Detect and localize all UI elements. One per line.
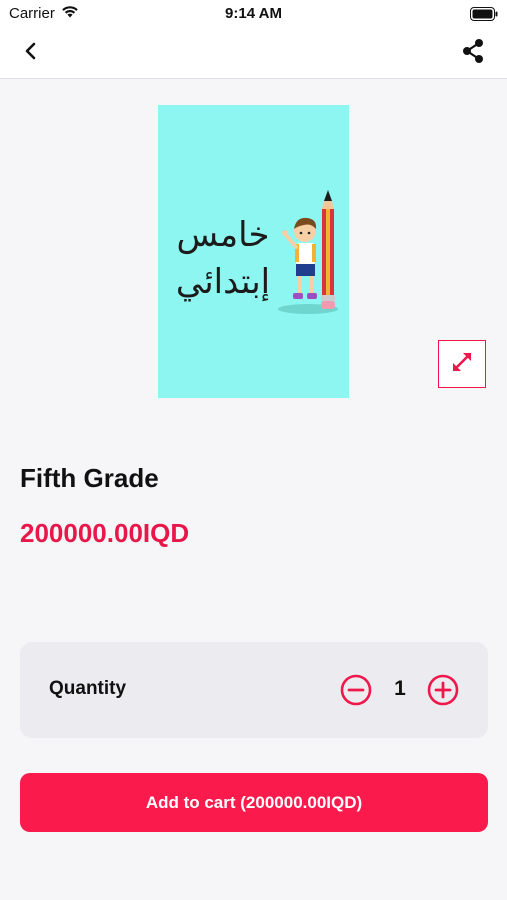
expand-arrows-icon [450, 350, 474, 379]
share-icon [461, 38, 485, 69]
boy-with-pencil-illustration [274, 187, 346, 317]
nav-bar [0, 28, 507, 79]
increase-quantity-button[interactable] [427, 674, 459, 706]
quantity-label: Quantity [49, 678, 127, 699]
decrease-quantity-button[interactable] [340, 674, 372, 706]
status-bar: Carrier 9:14 AM [0, 0, 507, 28]
back-button[interactable] [18, 40, 44, 66]
quantity-card: Quantity 1 [20, 642, 488, 738]
chevron-left-icon [24, 42, 38, 65]
status-time: 9:14 AM [225, 5, 282, 22]
quantity-value: 1 [394, 677, 406, 700]
product-price: 200000.00IQD [20, 518, 190, 548]
plus-circle-icon [427, 674, 459, 710]
expand-image-button[interactable] [438, 340, 486, 388]
product-image[interactable]: خامس إبتدائي [158, 105, 349, 398]
minus-circle-icon [340, 674, 372, 710]
battery-icon [470, 7, 498, 21]
add-to-cart-button[interactable]: Add to cart (200000.00IQD) [20, 773, 488, 832]
share-button[interactable] [459, 38, 487, 69]
cover-title-line-1: خامس [176, 215, 270, 255]
product-title: Fifth Grade [20, 463, 159, 493]
cover-title-line-2: إبتدائي [175, 262, 271, 302]
